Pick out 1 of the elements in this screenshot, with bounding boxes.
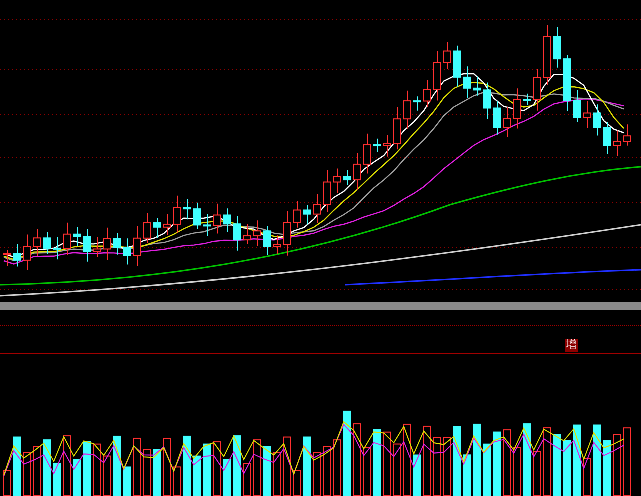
volume-badge: 增	[565, 339, 578, 352]
